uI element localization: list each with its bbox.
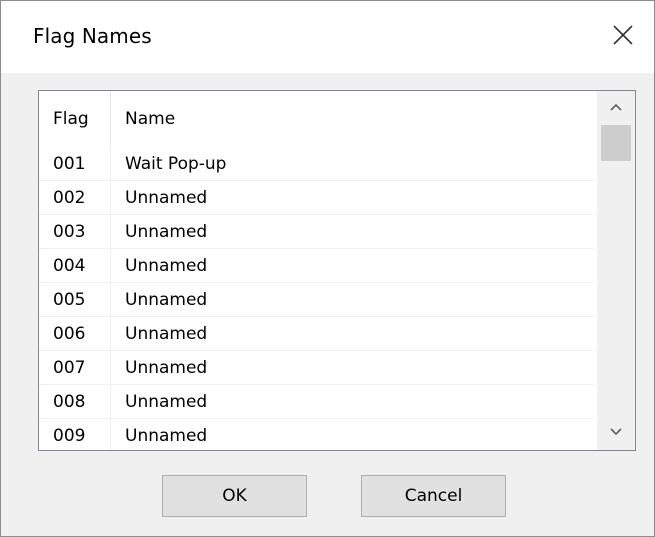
list-header: Flag Name (39, 91, 595, 147)
flag-names-dialog: Flag Names Flag Name 001 Wait Pop-up 002 Un… (0, 0, 655, 537)
flag-cell: 006 (39, 317, 111, 350)
table-row[interactable]: 008 Unnamed (39, 385, 595, 419)
vertical-scrollbar[interactable] (597, 91, 635, 450)
name-cell: Unnamed (125, 426, 208, 446)
close-button[interactable] (592, 1, 654, 73)
flag-cell: 004 (39, 249, 111, 282)
table-row[interactable]: 001 Wait Pop-up (39, 147, 595, 181)
dialog-title: Flag Names (33, 24, 152, 48)
name-cell: Unnamed (125, 290, 208, 310)
scroll-up-button[interactable] (597, 91, 635, 125)
table-row[interactable]: 004 Unnamed (39, 249, 595, 283)
table-row[interactable]: 006 Unnamed (39, 317, 595, 351)
chevron-up-icon (610, 103, 622, 111)
flag-cell: 008 (39, 385, 111, 418)
close-icon (613, 25, 633, 45)
table-row[interactable]: 007 Unnamed (39, 351, 595, 385)
name-cell: Unnamed (125, 188, 208, 208)
name-cell: Unnamed (125, 256, 208, 276)
flag-cell: 001 (39, 147, 111, 180)
flag-cell: 003 (39, 215, 111, 248)
table-row[interactable]: 009 Unnamed (39, 419, 595, 450)
chevron-down-icon (610, 428, 622, 436)
scroll-thumb[interactable] (601, 125, 631, 161)
scroll-down-button[interactable] (597, 416, 635, 450)
table-row[interactable]: 002 Unnamed (39, 181, 595, 215)
flag-cell: 007 (39, 351, 111, 384)
column-header-flag[interactable]: Flag (39, 91, 111, 147)
flag-list-content: Flag Name 001 Wait Pop-up 002 Unnamed 003 Unn… (39, 91, 595, 450)
flag-cell: 005 (39, 283, 111, 316)
list-rows: 001 Wait Pop-up 002 Unnamed 003 Unnamed 004 Unn… (39, 147, 595, 450)
cancel-button[interactable]: Cancel (361, 475, 506, 517)
name-cell: Unnamed (125, 324, 208, 344)
column-header-name[interactable]: Name (112, 91, 592, 147)
flag-cell: 009 (39, 419, 111, 450)
name-cell: Unnamed (125, 358, 208, 378)
flag-list[interactable]: Flag Name 001 Wait Pop-up 002 Unnamed 003 Unn… (38, 90, 636, 451)
table-row[interactable]: 005 Unnamed (39, 283, 595, 317)
ok-button[interactable]: OK (162, 475, 307, 517)
name-cell: Unnamed (125, 392, 208, 412)
flag-cell: 002 (39, 181, 111, 214)
title-bar: Flag Names (1, 1, 654, 73)
name-cell: Wait Pop-up (125, 154, 227, 174)
name-cell: Unnamed (125, 222, 208, 242)
table-row[interactable]: 003 Unnamed (39, 215, 595, 249)
